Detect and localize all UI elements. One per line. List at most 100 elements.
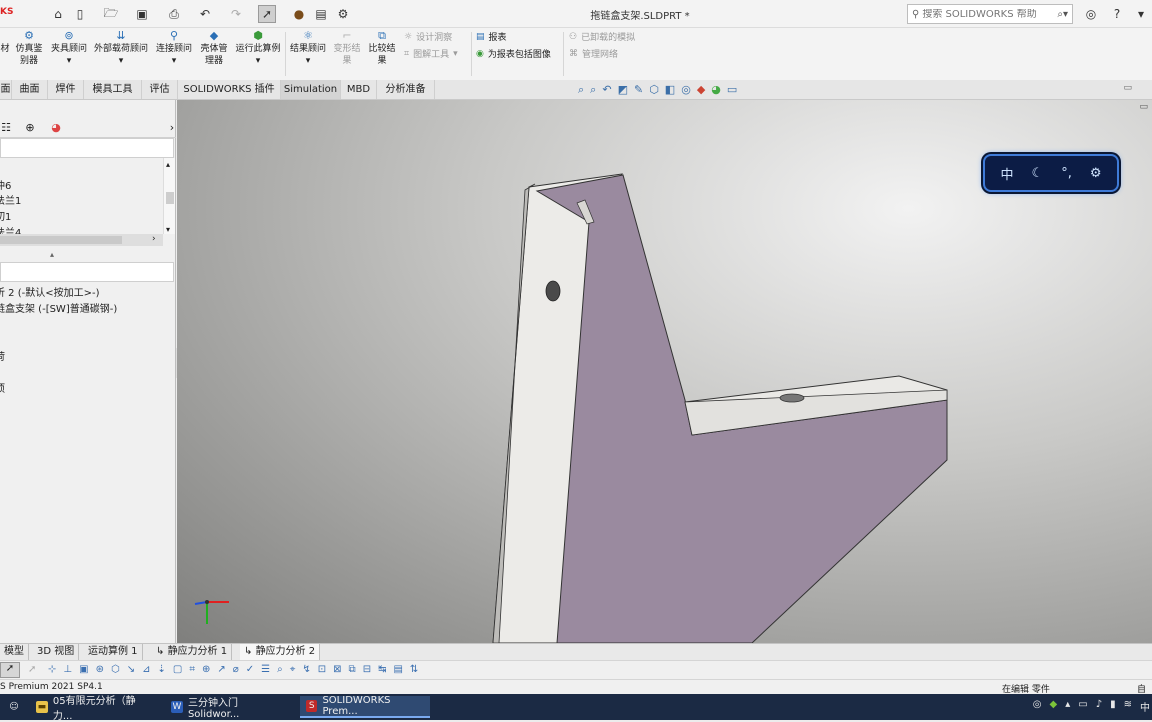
fixture-icon[interactable]: ⊛ xyxy=(96,664,104,675)
tab-simulation[interactable]: Simulation xyxy=(281,80,341,99)
force-icon[interactable]: ⬡ xyxy=(111,664,120,675)
taskbar-widget-icon[interactable]: ☺ xyxy=(2,696,26,718)
undo-icon[interactable]: ↶ xyxy=(197,5,213,23)
split-icon[interactable]: ⊥ xyxy=(63,664,72,675)
export-icon[interactable]: ⇅ xyxy=(410,664,418,675)
bearing-icon[interactable]: ✓ xyxy=(246,664,254,675)
zoom-fit-icon[interactable]: ⌕ xyxy=(578,83,584,97)
view-orientation-icon[interactable]: ⬡ xyxy=(649,83,659,97)
scroll-down-icon[interactable]: ▾ xyxy=(166,225,170,234)
redo-icon[interactable]: ↷ xyxy=(228,5,244,23)
tray-app-icon[interactable]: ▴ xyxy=(1065,699,1070,714)
torque-icon[interactable]: ↘ xyxy=(127,664,135,675)
animate-icon[interactable]: ↯ xyxy=(302,664,310,675)
plot-tools-button[interactable]: ⌗ 图解工具 ▾ xyxy=(404,47,458,61)
new-doc-icon[interactable]: ▯ xyxy=(72,5,88,23)
part-entry[interactable]: 链盒支架 (-[SW]普通碳钢-) xyxy=(0,300,117,315)
ribbon-connections-advisor-button[interactable]: ⚲ 连接顾问 ▾ xyxy=(154,30,194,67)
more-icon[interactable]: ▾ xyxy=(1134,5,1148,23)
section-view-icon[interactable]: ◩ xyxy=(618,83,628,97)
display-style-icon[interactable]: ◧ xyxy=(665,83,675,97)
ribbon-external-loads-button[interactable]: ⇊ 外部载荷顾问 ▾ xyxy=(91,30,151,67)
gravity-icon[interactable]: ⇣ xyxy=(157,664,165,675)
taskbar-app-word[interactable]: W 三分钟入门Solidwor... xyxy=(165,696,295,720)
tab-static-study-1[interactable]: ↳ 静应力分析 1 xyxy=(152,644,233,661)
design-insight-button[interactable]: ☼ 设计洞察 xyxy=(404,30,452,44)
filter-field[interactable] xyxy=(0,138,174,158)
bolt-icon[interactable]: ⊕ xyxy=(202,664,210,675)
open-icon[interactable]: 🗁 xyxy=(103,5,119,23)
report-button[interactable]: ▤ 报表 xyxy=(476,30,507,44)
ribbon-run-study-button[interactable]: ⬢ 运行此算例 ▾ xyxy=(233,30,283,67)
tab-motion-study[interactable]: 运动算例 1 xyxy=(84,644,143,661)
result-options-item[interactable]: 项 xyxy=(0,380,5,395)
stress-icon[interactable]: ⊟ xyxy=(363,664,371,675)
zoom-icon[interactable]: ⌕ xyxy=(277,664,283,675)
ribbon-shell-manager-button[interactable]: ◆ 壳体管 理器 xyxy=(198,30,230,67)
taskbar-app-folder[interactable]: ▬ 05有限元分析（静力... xyxy=(30,696,160,722)
taskbar-app-solidworks[interactable]: S SOLIDWORKS Prem... xyxy=(300,695,430,718)
search-go-icon[interactable]: ⌕▾ xyxy=(1057,9,1068,20)
ribbon-compare-results-button[interactable]: ⧉ 比较结果 xyxy=(366,30,398,67)
tray-volume-icon[interactable]: ♪ xyxy=(1096,699,1102,714)
connector-icon[interactable]: ⌗ xyxy=(189,664,195,675)
user-icon[interactable]: ◎ xyxy=(1083,5,1099,23)
input-method-indicator[interactable]: 中 xyxy=(1140,699,1150,714)
scroll-up-icon[interactable]: ▴ xyxy=(166,160,170,169)
dots-icon[interactable]: °, xyxy=(1061,166,1072,181)
tab-evaluate[interactable]: 评估 xyxy=(142,80,178,99)
ribbon-sim-evaluator-button[interactable]: ⚙ 仿真鉴 别器 xyxy=(12,30,46,67)
appearance-tab-icon[interactable]: ◕ xyxy=(44,120,68,136)
ribbon-material-button[interactable]: 材 xyxy=(0,30,10,55)
options-icon[interactable]: ⚙ xyxy=(335,5,351,23)
split-handle-icon[interactable]: ▴ xyxy=(50,250,54,259)
contact-icon[interactable]: ▢ xyxy=(173,664,182,675)
tab-model[interactable]: 模型 xyxy=(0,644,29,661)
tray-nvidia-icon[interactable]: ◆ xyxy=(1050,699,1058,714)
rebuild-icon[interactable]: ● xyxy=(292,5,306,23)
scroll-right-icon[interactable]: › xyxy=(152,234,156,244)
manage-network-button[interactable]: ⌘ 管理网络 xyxy=(569,47,618,61)
configuration-tab-icon[interactable]: ⊕ xyxy=(18,120,42,136)
tab-static-study-2[interactable]: ↳ 静应力分析 2 xyxy=(240,644,321,661)
help-search-input[interactable] xyxy=(919,8,1040,20)
list-icon[interactable]: ☰ xyxy=(261,664,270,675)
scroll-thumb[interactable] xyxy=(166,192,174,204)
previous-view-icon[interactable]: ↶ xyxy=(602,83,611,97)
probe-icon[interactable]: ⊹ xyxy=(48,664,56,675)
pressure-icon[interactable]: ⊿ xyxy=(142,664,150,675)
tab-3d-view[interactable]: 3D 视图 xyxy=(33,644,80,661)
select-icon[interactable]: ➚ xyxy=(258,5,276,23)
mesh-icon[interactable]: ▣ xyxy=(79,664,88,675)
tab-surface-partial[interactable]: 面 xyxy=(0,80,12,99)
pin-icon[interactable]: ↗ xyxy=(217,664,225,675)
home-icon[interactable]: ⌂ xyxy=(50,5,66,23)
property-manager-tab-icon[interactable]: ☷ xyxy=(0,120,18,136)
file-properties-icon[interactable]: ▤ xyxy=(313,5,329,23)
view-settings-icon[interactable]: ▭ xyxy=(727,83,737,97)
external-loads-item[interactable]: 荷 xyxy=(0,348,5,363)
tree-horizontal-scrollbar[interactable]: › xyxy=(0,234,163,246)
ribbon-deformed-result-button[interactable]: ⌐ 变形结果 xyxy=(332,30,362,67)
moon-icon[interactable]: ☾ xyxy=(1032,166,1044,181)
zoom-area-icon[interactable]: ⌕ xyxy=(590,83,596,97)
tab-surfaces[interactable]: 曲面 xyxy=(12,80,48,99)
section-icon[interactable]: ⊡ xyxy=(318,664,326,675)
tray-wifi-icon[interactable]: ≋ xyxy=(1124,699,1132,714)
scene-icon[interactable]: ◕ xyxy=(711,83,721,97)
save-icon[interactable]: ▣ xyxy=(134,5,150,23)
tree-item[interactable]: 切1 xyxy=(0,208,11,223)
print-icon[interactable]: ⎙ xyxy=(166,5,182,23)
spring-icon[interactable]: ⌀ xyxy=(233,664,239,675)
tree-item[interactable]: 法兰1 xyxy=(0,192,21,207)
ribbon-results-advisor-button[interactable]: ⚛ 结果顾问 ▾ xyxy=(288,30,328,67)
tray-network-icon[interactable]: ▭ xyxy=(1078,699,1087,714)
study-title[interactable]: 析 2 (-默认<按加工>-) xyxy=(0,284,100,299)
tab-weldments[interactable]: 焊件 xyxy=(48,80,84,99)
hide-show-icon[interactable]: ◎ xyxy=(681,83,691,97)
tree-item[interactable]: 冲6 xyxy=(0,177,11,192)
include-image-button[interactable]: ◉ 为报表包括图像 xyxy=(476,47,551,61)
help-icon[interactable]: ? xyxy=(1109,5,1125,23)
compare-icon[interactable]: ⧉ xyxy=(349,664,356,675)
tree-vertical-scrollbar[interactable]: ▴ ▾ xyxy=(163,158,175,234)
